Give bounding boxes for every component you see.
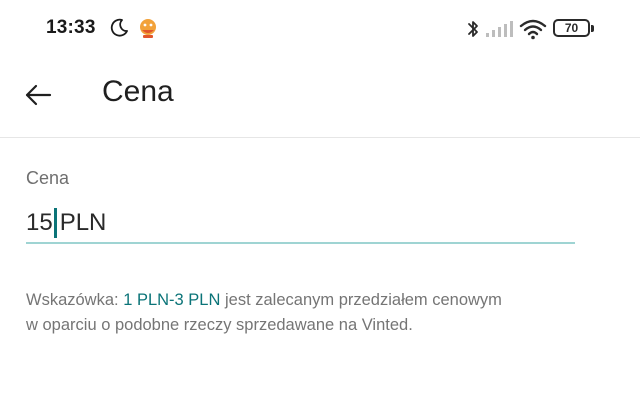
app-notification-icon — [140, 19, 156, 38]
page-title: Cena — [102, 75, 174, 108]
battery-level: 70 — [564, 21, 579, 35]
hint-price-range: 1 PLN-3 PLN — [123, 291, 221, 309]
app-bar: Cena — [0, 58, 640, 138]
price-input[interactable]: 15 PLN — [26, 204, 575, 244]
battery-cap — [591, 25, 594, 32]
price-amount: 15 — [26, 209, 53, 236]
bluetooth-icon — [468, 21, 478, 37]
price-field-label: Cena — [26, 168, 70, 188]
price-currency: PLN — [59, 209, 107, 236]
battery-icon: 70 — [553, 19, 590, 37]
hint-suffix: jest zalecanym przedziałem cenowym — [220, 291, 502, 309]
screen: 13:33 70 Cena Cena 15 PLN Wskazówka: 1 P… — [0, 0, 640, 410]
wifi-icon — [519, 19, 547, 40]
back-arrow-icon — [25, 84, 52, 106]
back-button[interactable] — [14, 71, 62, 119]
price-hint: Wskazówka: 1 PLN-3 PLN jest zalecanym pr… — [26, 288, 626, 338]
cellular-signal-icon — [486, 21, 513, 37]
status-bar: 13:33 70 — [0, 0, 640, 58]
hint-line-2: w oparciu o podobne rzeczy sprzedawane n… — [26, 316, 413, 334]
text-caret — [53, 208, 57, 238]
hint-prefix: Wskazówka: — [26, 291, 124, 309]
price-input-value: 15 PLN — [26, 208, 106, 238]
status-time: 13:33 — [46, 17, 96, 38]
moon-icon — [110, 18, 128, 37]
